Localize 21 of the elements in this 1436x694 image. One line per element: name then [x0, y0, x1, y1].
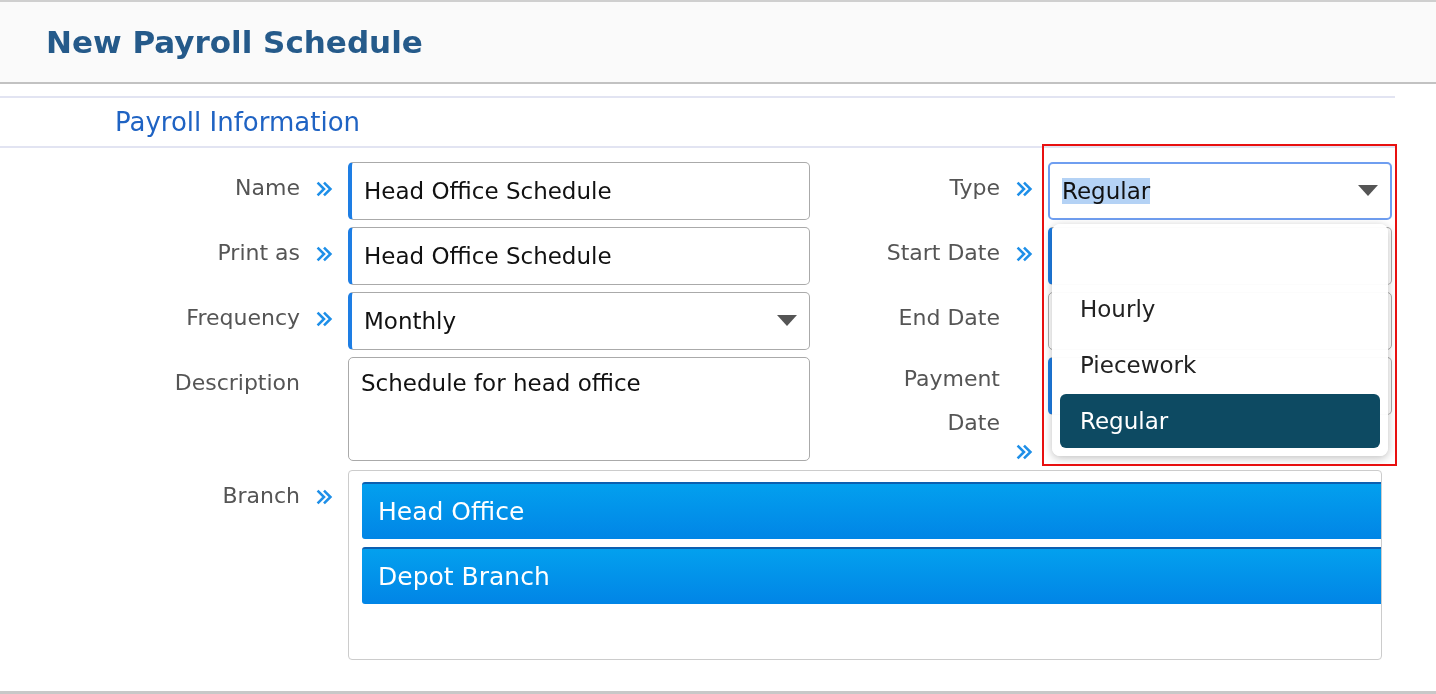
dropdown-field[interactable]: Regular: [1048, 162, 1392, 220]
field-label: Type: [948, 174, 1000, 200]
field-label: End Date: [897, 304, 1000, 330]
input-field[interactable]: Head Office Schedule: [348, 162, 810, 220]
field-label: Frequency: [185, 304, 300, 330]
caret-icon: [777, 315, 797, 327]
field-label: Description: [173, 369, 300, 395]
input-field[interactable]: Head Office Schedule: [348, 227, 810, 285]
page-title: New Payroll Schedule: [46, 24, 423, 60]
field-label: Branch: [221, 482, 300, 508]
dropdown-option[interactable]: Piecework: [1060, 338, 1380, 392]
text-area[interactable]: Schedule for head office: [348, 357, 810, 461]
dropdown-option[interactable]: Regular: [1060, 394, 1380, 448]
caret-icon: [1358, 185, 1378, 197]
field-label: Payment Date: [902, 365, 1000, 437]
field-label: Print as: [216, 239, 300, 265]
field-label: Start Date: [885, 239, 1000, 265]
field-label: Name: [234, 174, 300, 200]
dropdown-field[interactable]: Monthly: [348, 292, 810, 350]
section-heading: Payroll Information: [115, 107, 361, 137]
dropdown-option[interactable]: Hourly: [1060, 282, 1380, 336]
